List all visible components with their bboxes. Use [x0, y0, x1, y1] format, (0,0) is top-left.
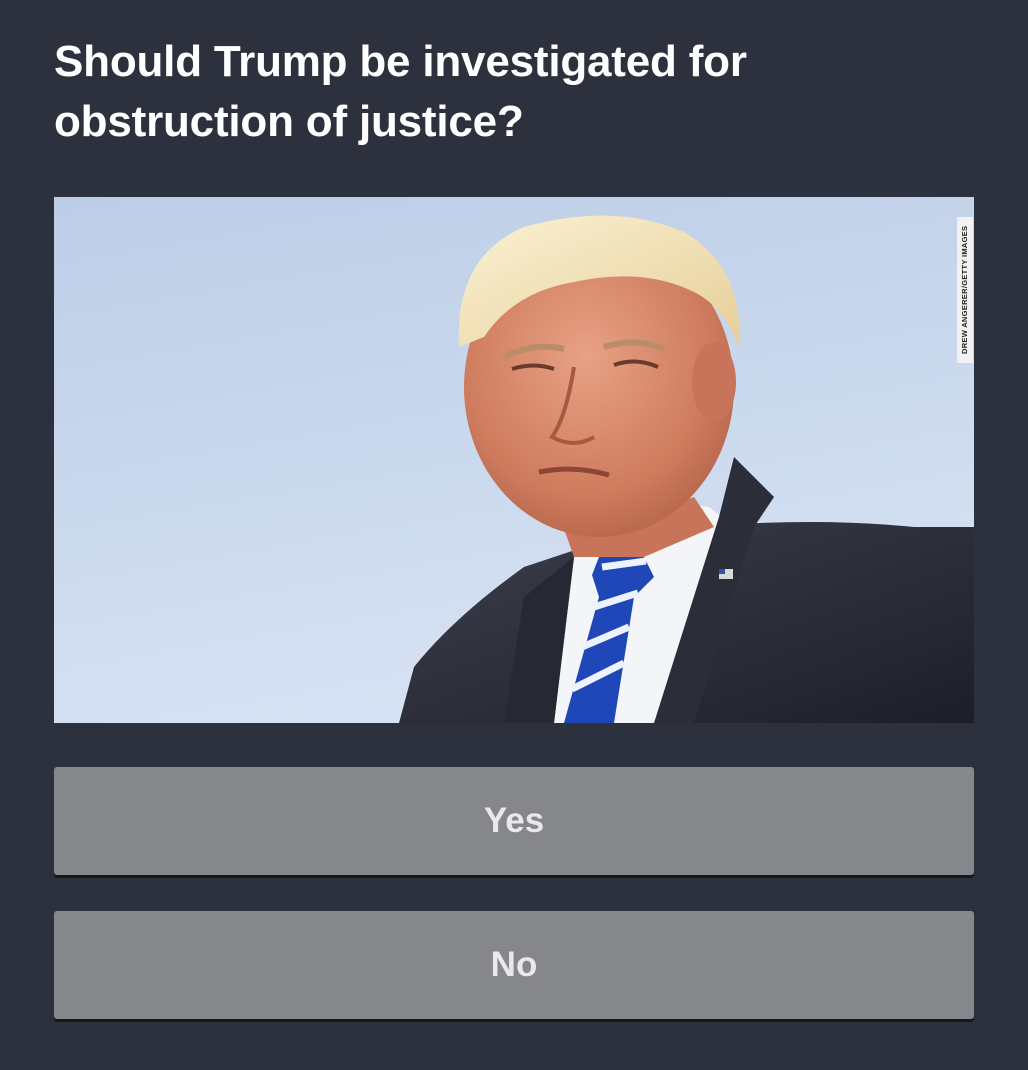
poll-question: Should Trump be investigated for obstruc… [54, 37, 747, 146]
photo-credit: DREW ANGERER/GETTY IMAGES [957, 217, 973, 363]
poll-photo: DREW ANGERER/GETTY IMAGES [54, 197, 974, 723]
answer-no-button[interactable]: No [54, 911, 974, 1019]
answer-yes-button[interactable]: Yes [54, 767, 974, 875]
poll-card: Should Trump be investigated for obstruc… [0, 0, 1028, 1070]
portrait-illustration [54, 197, 974, 723]
